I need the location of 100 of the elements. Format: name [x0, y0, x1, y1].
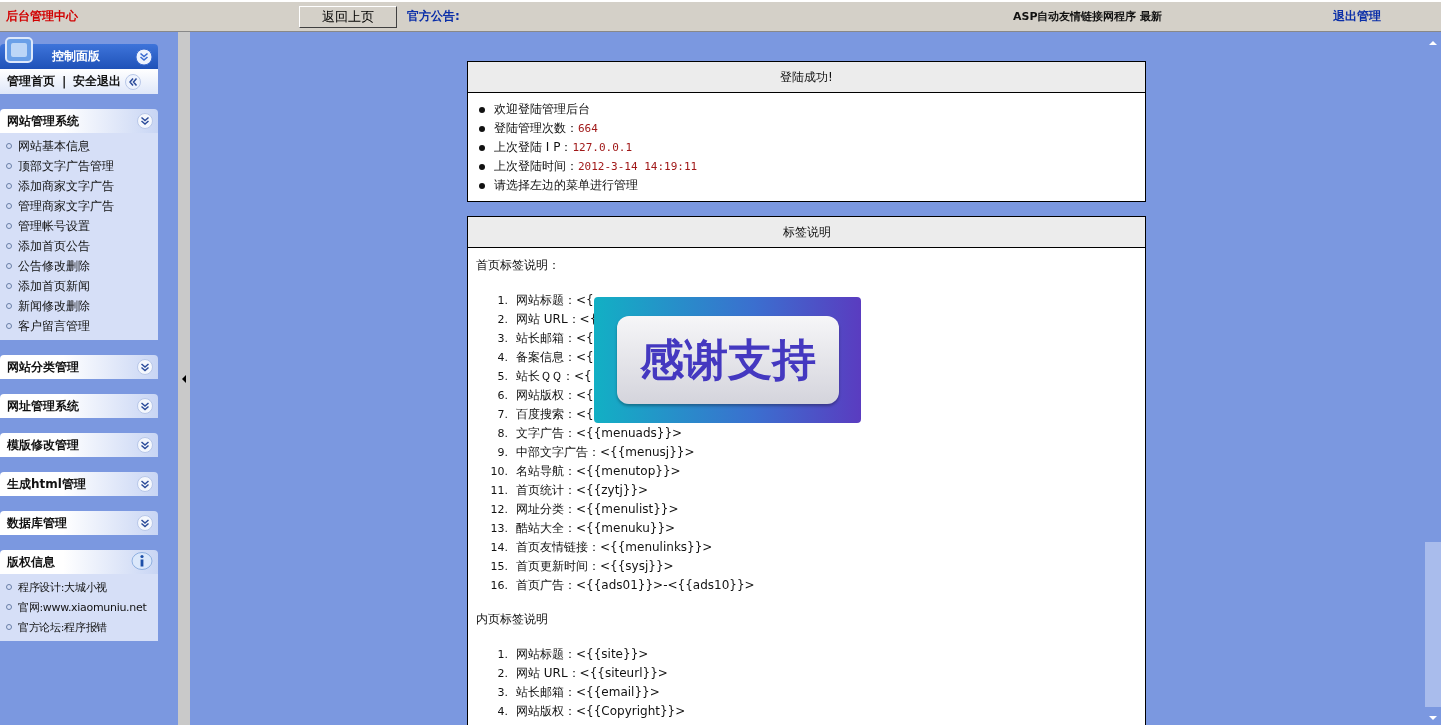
expand-icon[interactable]: [137, 398, 153, 414]
list-number: 1.: [496, 648, 508, 661]
section-header[interactable]: 网址管理系统: [0, 394, 158, 418]
section-heading: 内页标签说明: [476, 611, 549, 628]
info-value: 664: [578, 122, 598, 135]
app-title: 后台管理中心: [6, 8, 79, 25]
menu-item[interactable]: 客户留言管理: [18, 317, 90, 335]
info-text: 官方论坛:程序报错: [18, 619, 107, 635]
bullet-icon: [479, 144, 485, 151]
list-number: 14.: [489, 541, 508, 554]
section-title: 模版修改管理: [7, 436, 79, 454]
menu-item[interactable]: 添加商家文字广告: [18, 177, 114, 195]
notice-text: ASP自动友情链接网程序 最新: [1013, 9, 1164, 24]
info-value: 127.0.0.1: [572, 141, 632, 154]
menu-item[interactable]: 管理帐号设置: [18, 217, 90, 235]
menu-item[interactable]: 添加首页新闻: [18, 277, 90, 295]
section-header[interactable]: 模版修改管理: [0, 433, 158, 457]
control-panel-title: 控制面版: [52, 48, 101, 65]
tag-description: 站长邮箱：<{: [516, 330, 594, 347]
tag-description: 网站标题：<{: [516, 292, 594, 309]
tag-description: 网址分类：<{{menulist}}>: [516, 501, 679, 518]
collapse-left-icon[interactable]: [125, 73, 142, 90]
tag-description: 首页统计：<{{zytj}}>: [516, 482, 649, 499]
info-label: 上次登陆时间：: [494, 158, 578, 175]
tag-description: 百度搜索：<{: [516, 406, 594, 423]
tag-description: 首页更新时间：<{{sysj}}>: [516, 558, 674, 575]
scroll-down-icon[interactable]: [1427, 715, 1438, 721]
list-number: 3.: [496, 686, 508, 699]
info-label: 上次登陆 I P：: [494, 139, 573, 156]
list-number: 1.: [496, 294, 508, 307]
panel-title: 登陆成功!: [468, 62, 1145, 93]
info-text: 程序设计:大城小视: [18, 579, 107, 595]
back-button[interactable]: 返回上页: [299, 5, 397, 28]
separator: |: [62, 74, 67, 89]
logout-link[interactable]: 退出管理: [1333, 8, 1381, 25]
scroll-thumb[interactable]: [1424, 542, 1441, 707]
collapse-arrow-icon[interactable]: [181, 373, 187, 384]
list-number: 12.: [489, 503, 508, 516]
tag-description: 网站标题：<{{site}}>: [516, 646, 649, 663]
tag-description: 网站 URL：<{{siteurl}}>: [516, 665, 668, 682]
section-header[interactable]: 网站管理系统: [0, 109, 158, 133]
list-number: 7.: [496, 408, 508, 421]
section-header[interactable]: 网站分类管理: [0, 355, 158, 379]
section-title: 数据库管理: [7, 514, 67, 532]
menu-item[interactable]: 添加首页公告: [18, 237, 90, 255]
expand-icon[interactable]: [137, 113, 153, 129]
menu-item[interactable]: 顶部文字广告管理: [18, 157, 114, 175]
tag-description: 名站导航：<{{menutop}}>: [516, 463, 681, 480]
section-title: 版权信息: [7, 553, 55, 571]
section-header[interactable]: 数据库管理: [0, 511, 158, 535]
home-link[interactable]: 管理首页: [7, 73, 55, 90]
info-label: 登陆管理次数：: [494, 120, 578, 137]
bullet-icon: [479, 106, 485, 113]
expand-icon[interactable]: [137, 476, 153, 492]
notice-label: 官方公告:: [407, 8, 461, 25]
menu-item[interactable]: 公告修改删除: [18, 257, 90, 275]
info-icon: [131, 552, 153, 572]
expand-icon[interactable]: [137, 437, 153, 453]
tag-description: 站长邮箱：<{{email}}>: [516, 684, 660, 701]
menu-item[interactable]: 新闻修改删除: [18, 297, 90, 315]
tag-description: 首页广告：<{{ads01}}>-<{{ads10}}>: [516, 577, 755, 594]
tag-description: 中部文字广告：<{{menusj}}>: [516, 444, 695, 461]
list-number: 3.: [496, 332, 508, 345]
section-heading: 首页标签说明：: [476, 257, 561, 274]
panel-title: 标签说明: [468, 217, 1145, 248]
scroll-up-icon[interactable]: [1427, 40, 1438, 46]
menu-item[interactable]: 网站基本信息: [18, 137, 90, 155]
tag-description: 文字广告：<{{menuads}}>: [516, 425, 683, 442]
section-title: 网站管理系统: [7, 112, 79, 130]
logout-link[interactable]: 安全退出: [73, 73, 122, 90]
list-number: 13.: [489, 522, 508, 535]
bullet-icon: [479, 182, 485, 189]
section-header[interactable]: 生成html管理: [0, 472, 158, 496]
tag-description: 网站版权：<{{Copyright}}>: [516, 703, 686, 720]
info-text: 官网:www.xiaomuniu.net: [18, 599, 147, 615]
list-number: 15.: [489, 560, 508, 573]
list-number: 6.: [496, 389, 508, 402]
list-number: 10.: [489, 465, 508, 478]
info-value: 2012-3-14 14:19:11: [578, 160, 698, 173]
window-icon: [4, 36, 34, 64]
collapse-icon[interactable]: [135, 47, 153, 66]
expand-icon[interactable]: [137, 515, 153, 531]
list-number: 8.: [496, 427, 508, 440]
list-number: 9.: [496, 446, 508, 459]
info-label: 欢迎登陆管理后台: [494, 101, 590, 118]
expand-icon[interactable]: [137, 359, 153, 375]
tag-description: 站长ＱＱ：<{: [516, 368, 592, 385]
list-number: 11.: [489, 484, 508, 497]
section-title: 网站分类管理: [7, 358, 79, 376]
info-label: 请选择左边的菜单进行管理: [494, 177, 638, 194]
bullet-icon: [479, 163, 485, 170]
section-title: 生成html管理: [7, 475, 86, 493]
menu-item[interactable]: 管理商家文字广告: [18, 197, 114, 215]
tag-description: 酷站大全：<{{menuku}}>: [516, 520, 676, 537]
list-number: 4.: [496, 351, 508, 364]
list-number: 5.: [496, 370, 508, 383]
section-title: 网址管理系统: [7, 397, 79, 415]
tag-description: 网站版权：<{: [516, 387, 594, 404]
banner-text: 感谢支持: [616, 316, 839, 404]
tag-description: 首页友情链接：<{{menulinks}}>: [516, 539, 713, 556]
